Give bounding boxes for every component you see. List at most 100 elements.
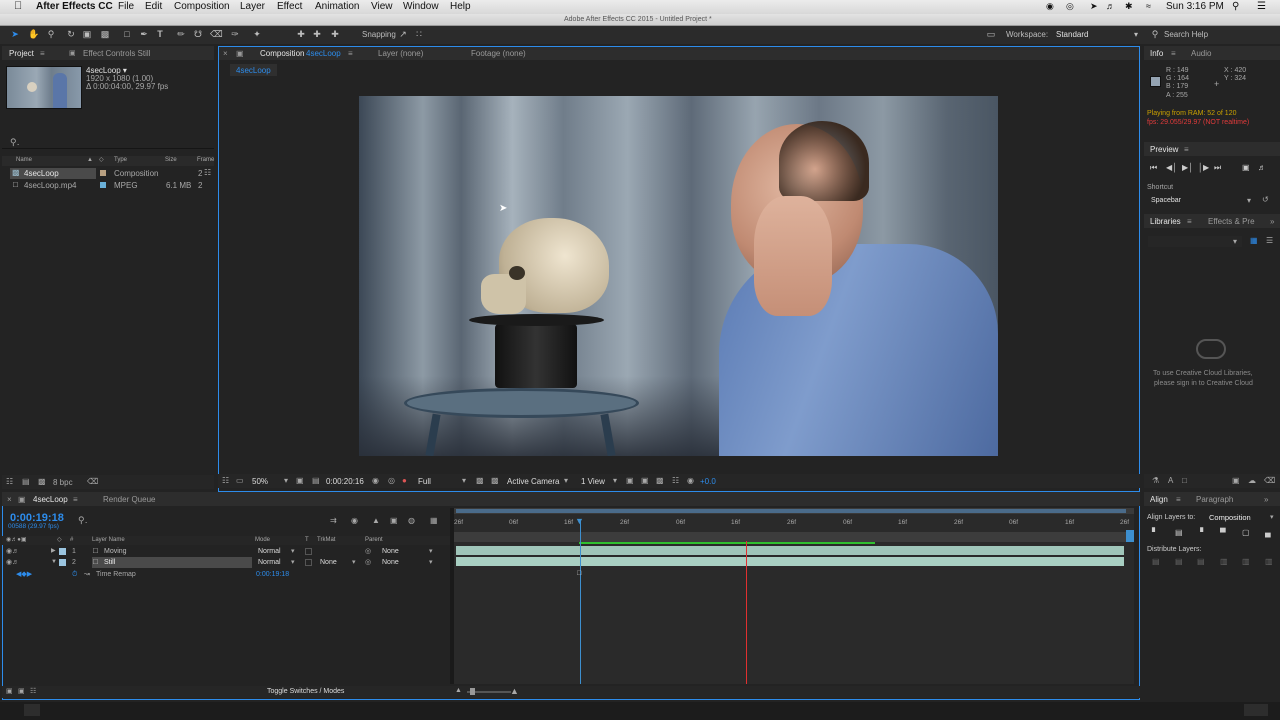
chevron-down-icon[interactable]: ▾ bbox=[613, 477, 617, 485]
column-frame[interactable]: Frame bbox=[197, 157, 214, 163]
tab-libraries[interactable]: Libraries bbox=[1150, 217, 1181, 226]
comp-mini-flowchart-icon[interactable]: ⇉ bbox=[330, 517, 337, 525]
align-bottom-icon[interactable]: ▄ bbox=[1265, 529, 1271, 537]
close-icon[interactable]: × bbox=[223, 49, 228, 58]
tab-project[interactable]: Project bbox=[9, 49, 34, 58]
next-frame-icon[interactable]: │▶ bbox=[1198, 164, 1209, 172]
hand-tool-icon[interactable]: ✋ bbox=[28, 29, 39, 39]
volume-icon[interactable]: ♬ bbox=[1106, 2, 1115, 11]
chevron-down-icon[interactable]: ▾ bbox=[462, 477, 466, 485]
preserve-transparency-checkbox[interactable] bbox=[305, 548, 312, 555]
in-out-icon[interactable]: ☷ bbox=[30, 688, 36, 695]
tab-timeline-comp[interactable]: 4secLoop bbox=[33, 495, 68, 504]
time-ruler[interactable]: 26f 06f 16f 26f 06f 16f 26f 06f 16f 26f … bbox=[454, 516, 1134, 530]
chevron-down-icon[interactable]: ▾ bbox=[291, 559, 295, 566]
axis-view-icon[interactable]: ✚ bbox=[330, 29, 340, 39]
parent-select[interactable]: None bbox=[382, 548, 399, 555]
preview-menu-icon[interactable]: ≡ bbox=[1184, 145, 1189, 154]
record-icon[interactable]: ◉ bbox=[1046, 2, 1054, 11]
last-frame-icon[interactable]: ⏭ bbox=[1214, 164, 1221, 172]
column-name[interactable]: Name bbox=[16, 157, 32, 163]
chevron-down-icon[interactable]: ▾ bbox=[284, 477, 288, 485]
search-help-input[interactable]: Search Help bbox=[1164, 31, 1208, 39]
camera-select[interactable]: Active Camera bbox=[507, 478, 559, 486]
tab-footage[interactable]: Footage (none) bbox=[471, 49, 526, 58]
mode-select[interactable]: Normal bbox=[258, 559, 281, 566]
tab-composition[interactable]: Composition bbox=[260, 49, 304, 58]
label-column-icon[interactable]: ◇ bbox=[57, 537, 62, 543]
first-frame-icon[interactable]: ⏮ bbox=[1150, 164, 1157, 172]
av-features-icon[interactable]: ◉♬●▣ bbox=[6, 537, 27, 543]
effect-controls-lock-icon[interactable]: ▣ bbox=[69, 49, 76, 57]
library-share-icon[interactable]: ▣ bbox=[1232, 477, 1240, 485]
flowchart-icon[interactable]: ☷ bbox=[204, 169, 211, 177]
menu-composition[interactable]: Composition bbox=[174, 2, 230, 12]
info-menu-icon[interactable]: ≡ bbox=[1171, 49, 1176, 58]
tab-effects-presets[interactable]: Effects & Pre bbox=[1208, 217, 1255, 226]
flowchart-icon[interactable]: ☷ bbox=[672, 477, 679, 485]
region-icon[interactable]: ▤ bbox=[312, 477, 320, 485]
label-swatch[interactable] bbox=[59, 548, 66, 555]
layer-row[interactable]: ◉♬ ▼ 2 □ Still Normal ▾ None ▾ ◎ None ▾ bbox=[2, 557, 450, 568]
audio-icon[interactable]: ♬ bbox=[1258, 164, 1266, 172]
composition-frame[interactable] bbox=[359, 96, 998, 456]
column-layer-name[interactable]: Layer Name bbox=[92, 537, 125, 543]
menu-app-name[interactable]: After Effects CC bbox=[36, 2, 113, 12]
keyframe-navigator-icon[interactable]: ◀◆▶ bbox=[16, 571, 32, 578]
distribute-h-center-icon[interactable]: ▥ bbox=[1242, 558, 1250, 566]
stopwatch-icon[interactable]: ⏱ bbox=[72, 571, 77, 578]
frame-blending-icon[interactable]: ▣ bbox=[390, 517, 398, 525]
mode-select[interactable]: Normal bbox=[258, 548, 281, 555]
property-row[interactable]: ◀◆▶ ⏱ ↝ Time Remap 0:00:19:18 bbox=[2, 569, 450, 580]
project-item-row[interactable]: □ 4secLoop.mp4 MPEG 6.1 MB 2 bbox=[2, 180, 214, 191]
snapping-label[interactable]: Snapping bbox=[362, 31, 396, 39]
show-snapshot-icon[interactable]: ◎ bbox=[388, 477, 395, 485]
tab-layer[interactable]: Layer (none) bbox=[378, 49, 423, 58]
bpc-button[interactable]: 8 bpc bbox=[53, 479, 73, 487]
align-h-center-icon[interactable]: ▤ bbox=[1175, 529, 1183, 537]
chevron-down-icon[interactable]: ▾ bbox=[564, 477, 568, 485]
workspace-icon[interactable]: ▭ bbox=[986, 29, 996, 39]
column-mode[interactable]: Mode bbox=[255, 537, 270, 543]
workspace-select[interactable]: Standard bbox=[1056, 31, 1088, 39]
project-item-row[interactable]: ▩ 4secLoop Composition 2 ☷ bbox=[2, 168, 214, 179]
layer-2-duration-bar[interactable] bbox=[456, 557, 1124, 566]
chevron-down-icon[interactable]: ▾ bbox=[429, 548, 433, 555]
panel-overflow-icon[interactable]: » bbox=[1264, 495, 1268, 504]
play-status-icon[interactable]: ➤ bbox=[1090, 2, 1098, 11]
chevron-down-icon[interactable]: ▾ bbox=[1134, 31, 1138, 39]
timeline-menu-icon[interactable]: ≡ bbox=[73, 495, 78, 504]
menu-edit[interactable]: Edit bbox=[145, 2, 162, 12]
collapse-arrow-icon[interactable]: ▼ bbox=[51, 559, 57, 565]
align-menu-icon[interactable]: ≡ bbox=[1176, 495, 1181, 504]
trash-icon[interactable]: ⌫ bbox=[87, 478, 98, 486]
label-swatch[interactable] bbox=[100, 170, 106, 176]
current-time-indicator-line[interactable] bbox=[580, 521, 581, 684]
axis-world-icon[interactable]: ✚ bbox=[312, 29, 322, 39]
pick-whip-icon[interactable]: ◎ bbox=[365, 559, 371, 566]
clone-stamp-tool-icon[interactable]: ☋ bbox=[193, 29, 203, 39]
close-icon[interactable]: × bbox=[7, 495, 12, 504]
clock[interactable]: Sun 3:16 PM bbox=[1166, 2, 1224, 12]
search-icon[interactable]: ⚲ bbox=[1150, 29, 1160, 39]
snapshot-icon[interactable]: ◉ bbox=[372, 477, 379, 485]
add-color-icon[interactable]: □ bbox=[1182, 477, 1187, 485]
chevron-down-icon[interactable]: ▾ bbox=[352, 559, 356, 566]
axis-local-icon[interactable]: ✚ bbox=[296, 29, 306, 39]
align-left-icon[interactable]: ▘ bbox=[1152, 529, 1158, 537]
exposure-icon[interactable]: ◉ bbox=[687, 477, 694, 485]
views-select[interactable]: 1 View bbox=[581, 478, 605, 486]
channels-icon[interactable]: ● bbox=[402, 477, 407, 485]
toggle-pixel-aspect-icon[interactable]: ▣ bbox=[626, 477, 634, 485]
exposure-value[interactable]: +0.0 bbox=[700, 478, 716, 486]
new-composition-icon[interactable]: ▩ bbox=[38, 478, 46, 486]
item-name[interactable]: 4secLoop.mp4 bbox=[24, 182, 76, 190]
loop-icon[interactable]: ▣ bbox=[1242, 164, 1250, 172]
menu-file[interactable]: File bbox=[118, 2, 134, 12]
align-to-select[interactable]: Composition bbox=[1209, 514, 1251, 522]
render-icon[interactable]: ▣ bbox=[641, 477, 649, 485]
column-size[interactable]: Size bbox=[165, 157, 177, 163]
draft-3d-icon[interactable]: ◉ bbox=[351, 517, 358, 525]
panel-overflow-icon[interactable]: » bbox=[1270, 217, 1274, 226]
work-area-end[interactable] bbox=[1126, 530, 1134, 542]
